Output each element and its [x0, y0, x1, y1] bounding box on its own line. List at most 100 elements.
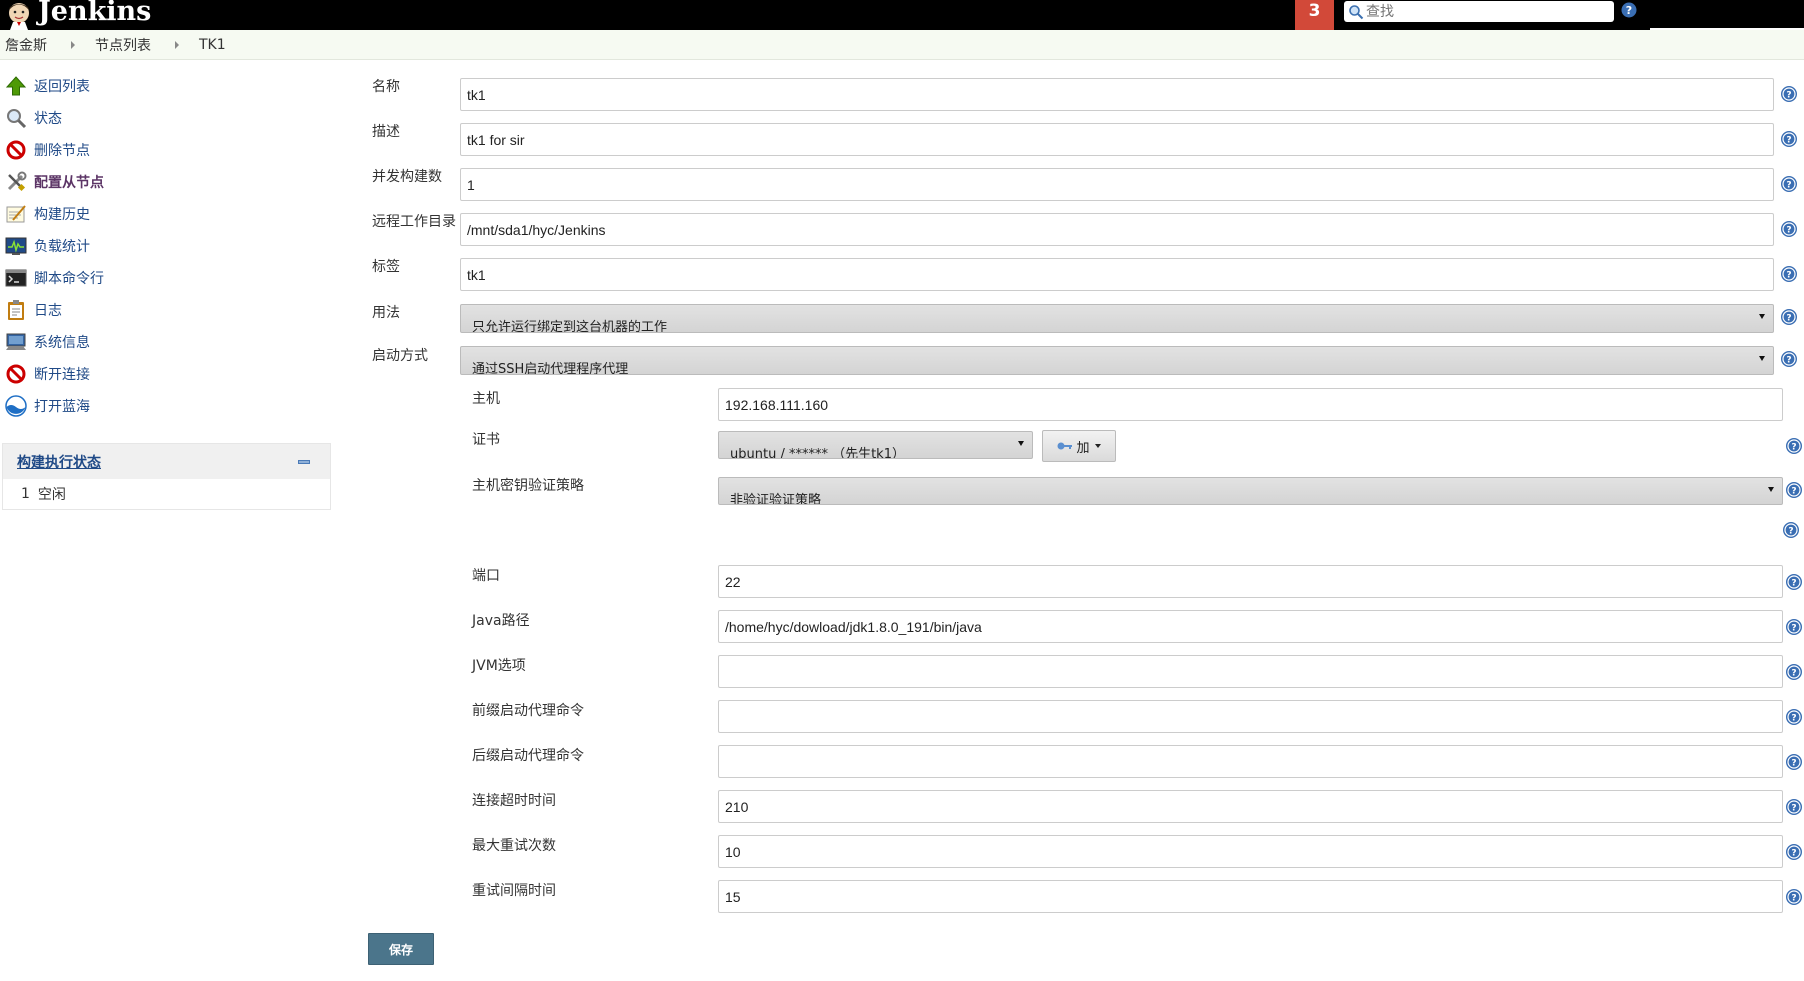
host-key-strategy-select-value: 非验证验证策略: [730, 493, 822, 505]
help-icon[interactable]: ?: [1781, 176, 1797, 192]
dropdown-arrow-icon: [1768, 487, 1774, 492]
sidebar-item-log[interactable]: 日志: [0, 294, 335, 326]
labels-input[interactable]: [460, 258, 1774, 291]
help-icon[interactable]: ?: [1781, 351, 1797, 367]
retry-wait-input[interactable]: [718, 880, 1783, 913]
host-input[interactable]: [718, 388, 1783, 421]
sidebar-item-configure-node[interactable]: 配置从节点: [0, 166, 335, 198]
breadcrumb-item-node[interactable]: TK1: [199, 37, 226, 53]
suffix-start-cmd-label: 后缀启动代理命令: [472, 748, 584, 764]
svg-text:?: ?: [1791, 894, 1796, 904]
help-icon[interactable]: ?: [1786, 574, 1802, 590]
host-key-strategy-select[interactable]: 非验证验证策略: [718, 477, 1783, 505]
help-icon[interactable]: ?: [1781, 221, 1797, 237]
credentials-select[interactable]: ubuntu / ****** （先生tk1）: [718, 431, 1033, 459]
svg-text:?: ?: [1791, 669, 1796, 679]
sidebar-item-label: 负载统计: [34, 239, 90, 255]
svg-text:?: ?: [1791, 487, 1796, 497]
help-icon[interactable]: ?: [1786, 664, 1802, 680]
help-icon[interactable]: ?: [1786, 619, 1802, 635]
sidebar-item-build-history[interactable]: 构建历史: [0, 198, 335, 230]
sidebar-item-system-info[interactable]: 系统信息: [0, 326, 335, 358]
help-icon[interactable]: ?: [1781, 86, 1797, 102]
svg-text:?: ?: [1791, 849, 1796, 859]
prefix-start-cmd-label: 前缀启动代理命令: [472, 703, 584, 719]
collapse-icon[interactable]: [298, 459, 310, 464]
host-label: 主机: [472, 391, 500, 407]
jenkins-logo[interactable]: Jenkins: [4, 0, 151, 30]
dropdown-arrow-icon: [1018, 441, 1024, 446]
side-panel: 返回列表 状态 删除节点 配置从节点 构建历史 负载统计 脚本命令行 日志 系统…: [0, 70, 335, 422]
help-icon[interactable]: ?: [1781, 266, 1797, 282]
sidebar-item-open-blue-ocean[interactable]: 打开蓝海: [0, 390, 335, 422]
dropdown-arrow-icon: [1759, 314, 1765, 319]
dropdown-arrow-icon: [1759, 356, 1765, 361]
help-icon[interactable]: ?: [1786, 799, 1802, 815]
terminal-icon: [5, 269, 27, 287]
search-input[interactable]: [1366, 2, 1596, 21]
host-key-strategy-label: 主机密钥验证策略: [472, 478, 584, 494]
sidebar-item-back-to-list[interactable]: 返回列表: [0, 70, 335, 102]
breadcrumb-item-nodes[interactable]: 节点列表: [95, 35, 151, 55]
search-box[interactable]: [1344, 1, 1614, 22]
usage-select[interactable]: 只允许运行绑定到这台机器的工作: [460, 304, 1774, 333]
launch-method-select-value: 通过SSH启动代理程序代理: [472, 362, 629, 375]
executor-pane-title-link[interactable]: 构建执行状态: [17, 452, 101, 472]
no-entry-icon: [6, 140, 26, 160]
monitor-graph-icon: [5, 237, 27, 255]
sidebar-item-label: 系统信息: [34, 335, 90, 351]
help-icon[interactable]: ?: [1786, 709, 1802, 725]
help-icon[interactable]: ?: [1786, 754, 1802, 770]
jvm-options-input[interactable]: [718, 655, 1783, 688]
help-icon[interactable]: ?: [1783, 522, 1799, 538]
launch-method-select[interactable]: 通过SSH启动代理程序代理: [460, 346, 1774, 375]
description-input[interactable]: [460, 123, 1774, 156]
sidebar-item-label: 构建历史: [34, 207, 90, 223]
max-retries-label: 最大重试次数: [472, 838, 556, 854]
sidebar-item-label: 断开连接: [34, 367, 90, 383]
svg-text:?: ?: [1791, 624, 1796, 634]
help-icon[interactable]: ?: [1781, 309, 1797, 325]
svg-text:?: ?: [1786, 181, 1791, 191]
breadcrumb-separator-icon: [175, 40, 179, 49]
blue-ocean-icon: [5, 395, 27, 417]
add-credentials-button[interactable]: 加: [1042, 430, 1116, 462]
description-label: 描述: [372, 124, 400, 140]
connection-timeout-input[interactable]: [718, 790, 1783, 823]
remote-fs-input[interactable]: [460, 213, 1774, 246]
sidebar-item-label: 返回列表: [34, 79, 90, 95]
add-credentials-label: 加: [1076, 440, 1090, 456]
help-icon[interactable]: ?: [1786, 889, 1802, 905]
help-icon[interactable]: ?: [1786, 438, 1802, 454]
max-retries-input[interactable]: [718, 835, 1783, 868]
connection-timeout-label: 连接超时时间: [472, 793, 556, 809]
launch-method-label: 启动方式: [372, 348, 428, 364]
sidebar-item-status[interactable]: 状态: [0, 102, 335, 134]
remote-fs-label: 远程工作目录: [372, 214, 456, 230]
labels-label: 标签: [372, 259, 400, 275]
name-input[interactable]: [460, 78, 1774, 111]
help-icon[interactable]: ?: [1786, 482, 1802, 498]
sidebar-item-delete-node[interactable]: 删除节点: [0, 134, 335, 166]
breadcrumb-item-home[interactable]: 詹金斯: [5, 35, 47, 55]
port-input[interactable]: [718, 565, 1783, 598]
sidebar-item-disconnect[interactable]: 断开连接: [0, 358, 335, 390]
sidebar-item-load-statistics[interactable]: 负载统计: [0, 230, 335, 262]
svg-text:?: ?: [1791, 759, 1796, 769]
save-button[interactable]: 保存: [368, 933, 434, 965]
help-icon[interactable]: ?: [1786, 844, 1802, 860]
prefix-start-cmd-input[interactable]: [718, 700, 1783, 733]
executor-status: 空闲: [37, 487, 66, 503]
sidebar-item-script-console[interactable]: 脚本命令行: [0, 262, 335, 294]
suffix-start-cmd-input[interactable]: [718, 745, 1783, 778]
credentials-select-value: ubuntu / ****** （先生tk1）: [730, 447, 905, 459]
sidebar-item-label: 打开蓝海: [34, 399, 90, 415]
java-path-input[interactable]: [718, 610, 1783, 643]
sidebar-item-label: 日志: [34, 303, 62, 319]
jvm-options-label: JVM选项: [472, 658, 526, 674]
help-icon[interactable]: ?: [1621, 2, 1637, 18]
credentials-label: 证书: [472, 432, 500, 448]
alert-badge[interactable]: 3: [1295, 0, 1334, 32]
executors-count-input[interactable]: [460, 168, 1774, 201]
help-icon[interactable]: ?: [1781, 131, 1797, 147]
